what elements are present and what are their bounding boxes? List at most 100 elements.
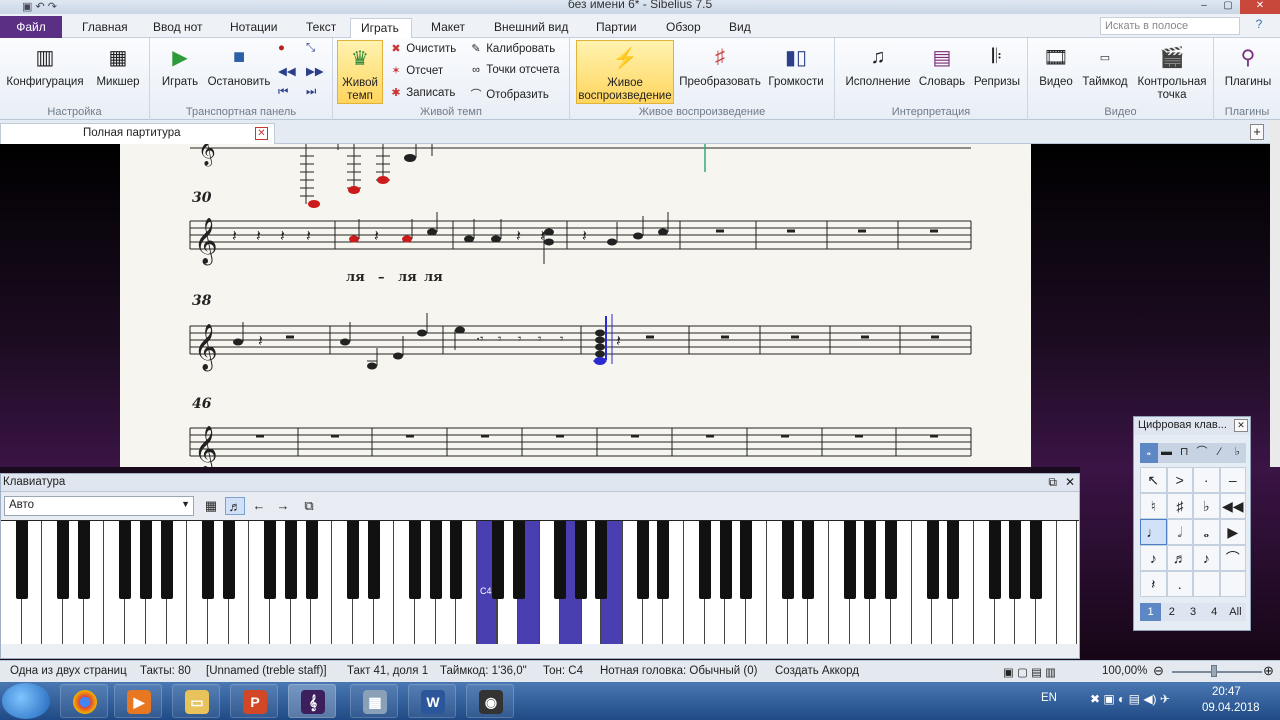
taskbar-sibelius[interactable]: 𝄞 bbox=[288, 684, 336, 718]
keypad-tab-notes-icon[interactable]: ▬ bbox=[1158, 443, 1176, 463]
fast-forward-icon[interactable]: ▶▶ bbox=[306, 64, 324, 78]
countin-button[interactable]: ✶ Отсчет bbox=[389, 64, 443, 77]
voice-1-button[interactable]: 1 bbox=[1140, 603, 1162, 621]
tie-icon[interactable]: ⌒ bbox=[1219, 545, 1246, 571]
calibrate-button[interactable]: ✎ Калибровать bbox=[469, 42, 555, 55]
black-key[interactable] bbox=[77, 521, 90, 599]
voice-2-button[interactable]: 2 bbox=[1161, 603, 1182, 621]
black-key[interactable] bbox=[595, 521, 608, 599]
dot-icon[interactable]: . bbox=[1166, 571, 1193, 597]
black-key[interactable] bbox=[947, 521, 960, 599]
clear-live-tempo-button[interactable]: ✖ Очистить bbox=[389, 42, 456, 55]
black-key[interactable] bbox=[574, 521, 587, 599]
language-indicator[interactable]: EN bbox=[1041, 692, 1057, 704]
keypad-tab-articulations-icon[interactable]: ⌒ bbox=[1193, 443, 1211, 463]
thirtysecond-note-icon[interactable]: ♪ bbox=[1193, 545, 1220, 571]
taskbar-calculator[interactable]: ▦ bbox=[350, 684, 398, 718]
black-key[interactable] bbox=[553, 521, 566, 599]
black-key[interactable] bbox=[57, 521, 70, 599]
tab-appearance[interactable]: Внешний вид bbox=[484, 18, 578, 38]
black-key[interactable] bbox=[429, 521, 442, 599]
staccato-icon[interactable]: · bbox=[1193, 467, 1220, 493]
tab-file[interactable]: Файл bbox=[0, 16, 62, 38]
move-playback-line-icon[interactable]: ⤡ bbox=[306, 42, 315, 55]
tab-text[interactable]: Текст bbox=[296, 18, 346, 38]
sharp-icon[interactable]: ♯ bbox=[1166, 493, 1193, 519]
black-key[interactable] bbox=[491, 521, 504, 599]
black-key[interactable] bbox=[885, 521, 898, 599]
previous-layout-icon[interactable]: ◀◀ bbox=[1219, 493, 1246, 519]
black-key[interactable] bbox=[305, 521, 318, 599]
keyboard-mode-select[interactable]: Авто ▼ bbox=[4, 496, 194, 516]
score-page[interactable]: 𝄞 30 𝄞 𝄽 𝄽 𝄽 𝄽 𝄽 𝄽 𝄽 𝄽 ля – ля ля 38 𝄞 𝄽… bbox=[120, 144, 1031, 467]
black-key[interactable] bbox=[15, 521, 28, 599]
white-key[interactable] bbox=[1056, 521, 1078, 644]
go-to-end-icon[interactable]: ⏭ bbox=[306, 86, 316, 99]
close-icon[interactable]: ✕ bbox=[1234, 419, 1248, 432]
configuration-button[interactable]: ▥ Конфигурация bbox=[6, 40, 84, 89]
show-live-tempo-button[interactable]: ⌒ Отобразить bbox=[469, 86, 549, 102]
rewind-icon[interactable]: ◀◀ bbox=[278, 64, 296, 78]
whole-note-icon[interactable]: 𝅝 bbox=[1193, 519, 1220, 545]
zoom-in-icon[interactable]: ⊕ bbox=[1263, 663, 1274, 679]
ribbon-search-input[interactable]: Искать в полосе bbox=[1100, 17, 1240, 35]
black-key[interactable] bbox=[802, 521, 815, 599]
black-key[interactable] bbox=[264, 521, 277, 599]
arrow-left-icon[interactable]: ← bbox=[249, 497, 269, 515]
reference-points-button[interactable]: ∞ Точки отсчета bbox=[469, 64, 559, 76]
black-key[interactable] bbox=[740, 521, 753, 599]
close-icon[interactable]: ✕ bbox=[1065, 475, 1075, 489]
taskbar-powerpoint[interactable]: P bbox=[230, 684, 278, 718]
minimize-button[interactable]: ‒ bbox=[1192, 0, 1216, 14]
transform-button[interactable]: ♯ Преобразовать bbox=[678, 40, 762, 89]
maximize-button[interactable]: ▢ bbox=[1216, 0, 1240, 14]
black-key[interactable] bbox=[1009, 521, 1022, 599]
black-key[interactable] bbox=[781, 521, 794, 599]
black-key[interactable] bbox=[367, 521, 380, 599]
black-key[interactable] bbox=[657, 521, 670, 599]
black-key[interactable] bbox=[698, 521, 711, 599]
grid-icon[interactable]: ▦ bbox=[201, 497, 221, 515]
keyboard-scrollbar[interactable] bbox=[1, 644, 1079, 658]
close-button[interactable]: ✕ bbox=[1240, 0, 1280, 14]
zoom-slider-handle[interactable] bbox=[1211, 665, 1217, 677]
taskbar-media-player[interactable]: ▶ bbox=[114, 684, 162, 718]
clock-date[interactable]: 09.04.2018 bbox=[1202, 702, 1260, 714]
tab-notations[interactable]: Нотации bbox=[220, 18, 287, 38]
next-icon[interactable]: ▶ bbox=[1219, 519, 1246, 545]
view-page-icon[interactable]: ▣ ▢ ▤ ▥ bbox=[1003, 665, 1056, 679]
video-button[interactable]: 🎞 Видео bbox=[1036, 40, 1076, 89]
record-icon[interactable]: ● bbox=[278, 42, 285, 54]
sixteenth-note-icon[interactable]: ♬ bbox=[1166, 545, 1193, 571]
help-icon[interactable]: ? bbox=[1244, 17, 1274, 35]
black-key[interactable] bbox=[512, 521, 525, 599]
cursor-icon[interactable]: ↖ bbox=[1140, 467, 1167, 493]
stop-button[interactable]: ■ Остановить bbox=[206, 40, 272, 89]
window-icon[interactable]: ⧉ bbox=[299, 497, 319, 515]
plugins-button[interactable]: ⚲ Плагины bbox=[1222, 40, 1274, 89]
black-key[interactable] bbox=[864, 521, 877, 599]
taskbar-chrome[interactable] bbox=[60, 684, 108, 718]
piano-keys[interactable] bbox=[1, 520, 1079, 644]
black-key[interactable] bbox=[450, 521, 463, 599]
black-key[interactable] bbox=[160, 521, 173, 599]
tab-home[interactable]: Главная bbox=[72, 18, 138, 38]
black-key[interactable] bbox=[346, 521, 359, 599]
black-key[interactable] bbox=[988, 521, 1001, 599]
zoom-slider[interactable] bbox=[1172, 671, 1262, 673]
mixer-button[interactable]: ▦ Микшер bbox=[92, 40, 144, 89]
voice-4-button[interactable]: 4 bbox=[1204, 603, 1225, 621]
tab-review[interactable]: Обзор bbox=[656, 18, 711, 38]
tab-play[interactable]: Играть bbox=[350, 18, 412, 38]
restore-icon[interactable]: ⧉ bbox=[1048, 475, 1057, 490]
dictionary-button[interactable]: ▤ Словарь bbox=[917, 40, 967, 89]
tab-layout[interactable]: Макет bbox=[421, 18, 475, 38]
half-note-icon[interactable]: 𝅗𝅥 bbox=[1166, 519, 1193, 545]
black-key[interactable] bbox=[719, 521, 732, 599]
tab-note-input[interactable]: Ввод нот bbox=[143, 18, 213, 38]
keypad-tab-beams-icon[interactable]: ⊓ bbox=[1175, 443, 1193, 463]
black-key[interactable] bbox=[926, 521, 939, 599]
close-tab-icon[interactable]: ✕ bbox=[255, 127, 268, 140]
start-button[interactable] bbox=[2, 683, 50, 719]
black-key[interactable] bbox=[222, 521, 235, 599]
